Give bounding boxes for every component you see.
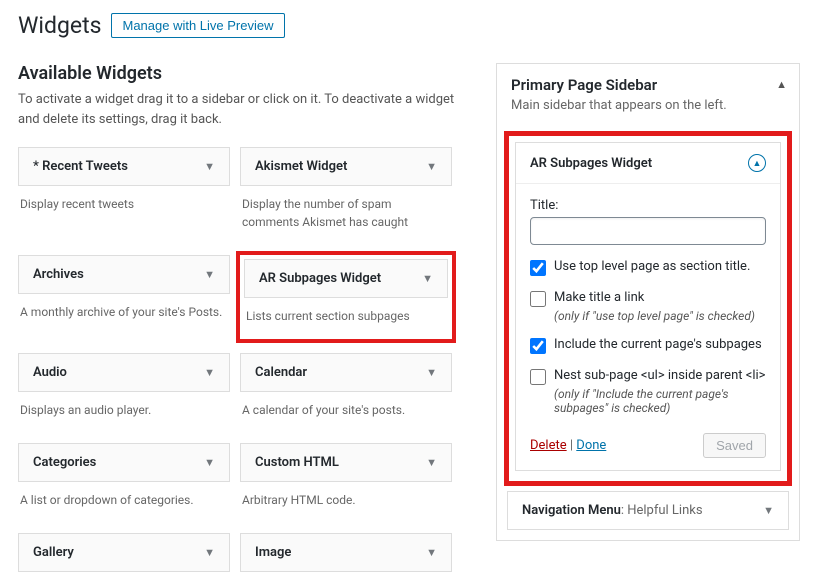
title-label: Title: [530,198,766,213]
widget-title: Archives [33,267,84,282]
widget-title: Audio [33,365,67,380]
done-link[interactable]: Done [576,438,606,453]
sidebar-widget-ar-subpages: AR Subpages Widget ▲ Title: Use top leve… [515,142,781,471]
widget-desc: Lists current section subpages [244,298,448,325]
chevron-down-icon: ▼ [204,546,215,559]
widget-akismet[interactable]: Akismet Widget ▼ [240,147,452,186]
widget-desc: Display recent tweets [18,186,230,227]
delete-link[interactable]: Delete [530,438,567,453]
widget-desc: Displays an audio player. [18,392,230,433]
page-title: Widgets [18,12,101,39]
chevron-down-icon: ▼ [426,456,437,469]
sidebar-widget-nav-menu: Navigation Menu: Helpful Links ▼ [507,491,789,530]
available-widgets-panel: Available Widgets To activate a widget d… [18,63,458,572]
checkbox-label: Include the current page's subpages [554,337,762,352]
widget-desc: A list or dropdown of categories. [18,482,230,523]
widget-gallery[interactable]: Gallery ▼ [18,533,230,572]
highlight-box: AR Subpages Widget ▼ Lists current secti… [236,251,456,343]
widget-title: Custom HTML [255,455,339,470]
widget-custom-html[interactable]: Custom HTML ▼ [240,443,452,482]
chevron-down-icon: ▼ [426,366,437,379]
nest-subpage-checkbox[interactable] [530,369,546,385]
widget-header[interactable]: Navigation Menu: Helpful Links ▼ [508,492,788,529]
checkbox-hint: (only if "use top level page" is checked… [554,309,766,323]
include-subpages-checkbox[interactable] [530,338,546,354]
chevron-down-icon: ▼ [204,160,215,173]
make-title-link-checkbox[interactable] [530,291,546,307]
widget-desc: Display the number of spam comments Akis… [240,186,452,245]
checkbox-label: Nest sub-page <ul> inside parent <li> [554,368,765,383]
checkbox-label: Use top level page as section title. [554,259,750,274]
chevron-down-icon: ▼ [426,546,437,559]
widget-ar-subpages[interactable]: AR Subpages Widget ▼ [244,259,448,298]
use-top-level-checkbox[interactable] [530,260,546,276]
caret-up-icon[interactable]: ▲ [748,154,766,172]
sidebar-area-title: Primary Page Sidebar [511,76,785,94]
widget-categories[interactable]: Categories ▼ [18,443,230,482]
available-widgets-heading: Available Widgets [18,63,458,84]
sidebar-area-panel: Primary Page Sidebar Main sidebar that a… [496,63,800,551]
checkbox-label: Make title a link [554,290,644,305]
chevron-down-icon: ▼ [422,272,433,285]
widget-desc: Arbitrary HTML code. [240,482,452,523]
widget-title: Calendar [255,365,307,380]
widget-title: * Recent Tweets [33,159,128,174]
caret-up-icon[interactable]: ▲ [776,78,787,91]
widget-title: Navigation Menu: Helpful Links [522,503,703,518]
chevron-down-icon: ▼ [204,268,215,281]
widget-audio[interactable]: Audio ▼ [18,353,230,392]
live-preview-button[interactable]: Manage with Live Preview [111,13,284,38]
widget-header[interactable]: AR Subpages Widget ▲ [516,143,780,184]
saved-button: Saved [703,433,766,458]
chevron-down-icon: ▼ [426,160,437,173]
widget-recent-tweets[interactable]: * Recent Tweets ▼ [18,147,230,186]
widget-calendar[interactable]: Calendar ▼ [240,353,452,392]
widget-title: Categories [33,455,96,470]
widget-archives[interactable]: Archives ▼ [18,255,230,294]
chevron-down-icon: ▼ [204,456,215,469]
title-input[interactable] [530,217,766,245]
sidebar-area-header[interactable]: Primary Page Sidebar Main sidebar that a… [497,64,799,117]
chevron-down-icon: ▼ [763,504,774,517]
chevron-down-icon: ▼ [204,366,215,379]
widget-title: Akismet Widget [255,159,347,174]
widget-image[interactable]: Image ▼ [240,533,452,572]
widget-desc: A calendar of your site's posts. [240,392,452,433]
highlight-box: AR Subpages Widget ▲ Title: Use top leve… [504,131,792,486]
widget-title: AR Subpages Widget [259,271,381,286]
widget-title: Gallery [33,545,74,560]
available-widgets-desc: To activate a widget drag it to a sideba… [18,90,458,129]
widget-desc: A monthly archive of your site's Posts. [18,294,230,335]
checkbox-hint: (only if "Include the current page's sub… [554,387,766,415]
widget-title: AR Subpages Widget [530,156,652,171]
sidebar-area-subtitle: Main sidebar that appears on the left. [511,98,785,113]
widget-title: Image [255,545,291,560]
